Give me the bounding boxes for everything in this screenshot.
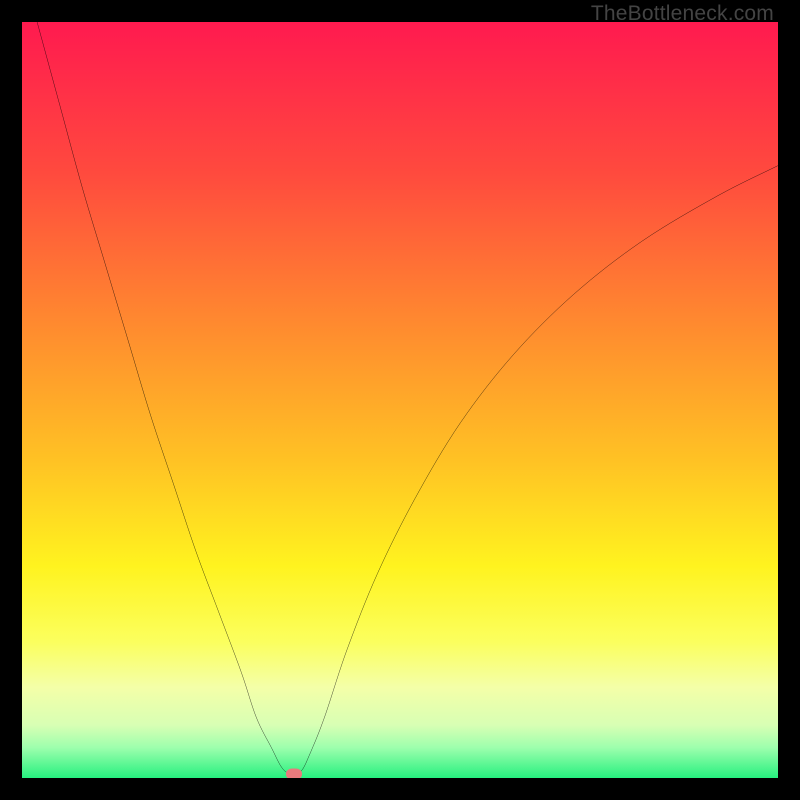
bottleneck-curve: [22, 22, 778, 778]
watermark-label: TheBottleneck.com: [591, 2, 774, 26]
plot-area: [22, 22, 778, 778]
optimal-point-marker: [286, 769, 302, 778]
